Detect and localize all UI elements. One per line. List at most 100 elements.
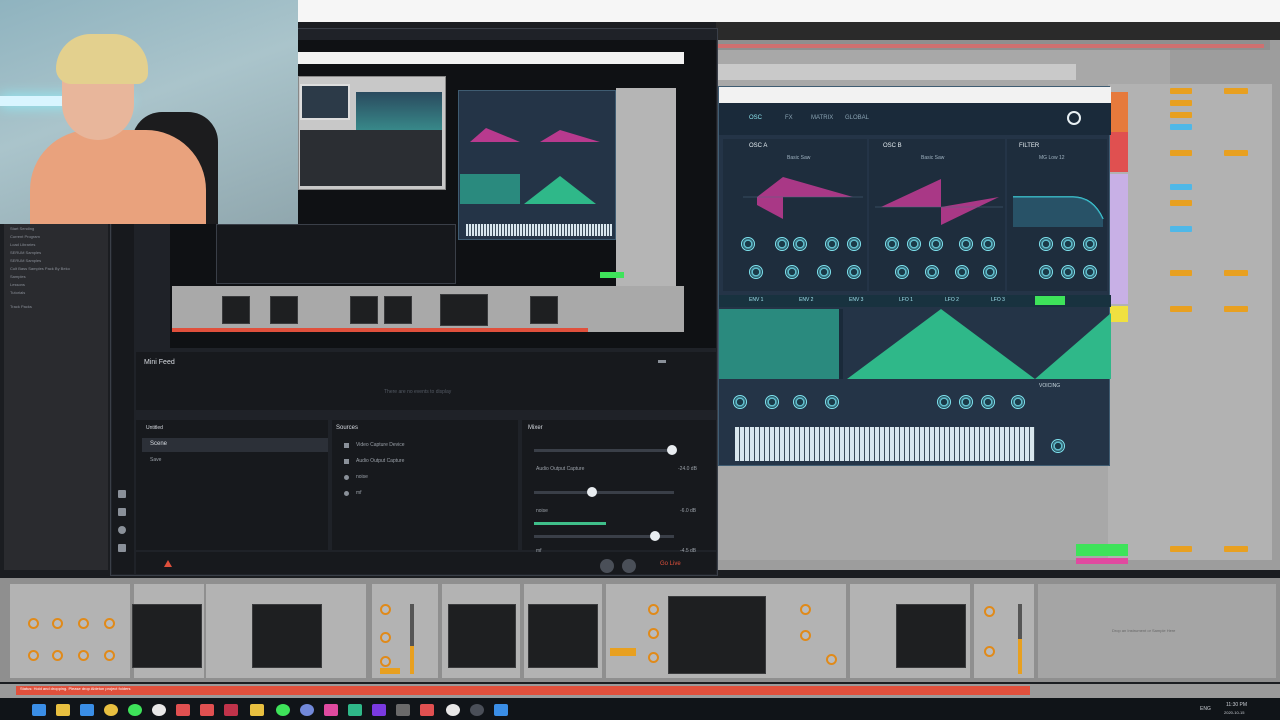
- clip-slot[interactable]: [1170, 100, 1192, 106]
- clip-slot[interactable]: [1170, 184, 1192, 190]
- osc-knob[interactable]: [983, 265, 997, 279]
- osc-knob[interactable]: [981, 237, 995, 251]
- device-toggle[interactable]: [380, 668, 400, 674]
- go-live-button[interactable]: Go Live: [660, 561, 681, 567]
- osc-knob[interactable]: [775, 237, 789, 251]
- device-knob[interactable]: [52, 618, 63, 629]
- filter-knob[interactable]: [1039, 265, 1053, 279]
- osc-knob[interactable]: [907, 237, 921, 251]
- mixer-track[interactable]: [534, 449, 674, 452]
- discord-icon[interactable]: [300, 704, 314, 716]
- obs-footer-button[interactable]: [600, 559, 614, 573]
- filter-knob[interactable]: [1061, 237, 1075, 251]
- mod-tab[interactable]: ENV 3: [849, 297, 863, 303]
- left-dock-item[interactable]: Cult Bass Samples Pack By Beko: [10, 266, 70, 271]
- app-icon[interactable]: [276, 704, 290, 716]
- left-dock-item[interactable]: Start Sending: [10, 226, 34, 231]
- left-dock-item[interactable]: Track Packs: [10, 304, 32, 309]
- osc-knob[interactable]: [847, 265, 861, 279]
- device-knob[interactable]: [648, 604, 659, 615]
- osc-knob[interactable]: [785, 265, 799, 279]
- filter-knob[interactable]: [1061, 265, 1075, 279]
- app-icon[interactable]: [396, 704, 410, 716]
- obs-footer-button[interactable]: [622, 559, 636, 573]
- clip-slot[interactable]: [1170, 124, 1192, 130]
- device-knob[interactable]: [826, 654, 837, 665]
- device-knob[interactable]: [52, 650, 63, 661]
- clip-slot[interactable]: [1170, 112, 1192, 118]
- window-controls[interactable]: [1210, 4, 1274, 16]
- env-knob[interactable]: [825, 395, 839, 409]
- left-dock-item[interactable]: Samples: [10, 274, 26, 279]
- left-dock-item[interactable]: Load Libraries: [10, 242, 35, 247]
- obs-side-icon[interactable]: [118, 508, 126, 516]
- source-item[interactable]: mf: [356, 490, 362, 496]
- lfo-knob[interactable]: [937, 395, 951, 409]
- clip-slot[interactable]: [1170, 546, 1192, 552]
- mod-tab[interactable]: LFO 2: [945, 297, 959, 303]
- device-knob[interactable]: [984, 646, 995, 657]
- lfo-knob[interactable]: [1011, 395, 1025, 409]
- mod-tab[interactable]: LFO 3: [991, 297, 1005, 303]
- clip-slot[interactable]: [1224, 306, 1248, 312]
- device-knob[interactable]: [104, 650, 115, 661]
- lfo-knob[interactable]: [981, 395, 995, 409]
- osc-knob[interactable]: [825, 237, 839, 251]
- env-knob[interactable]: [733, 395, 747, 409]
- mixer-fader-handle[interactable]: [650, 531, 660, 541]
- device-knob[interactable]: [380, 632, 391, 643]
- clip-slot[interactable]: [1224, 270, 1248, 276]
- app-icon[interactable]: [324, 704, 338, 716]
- osc-knob[interactable]: [817, 265, 831, 279]
- osc-knob[interactable]: [793, 237, 807, 251]
- serum-tab-fx[interactable]: FX: [785, 115, 793, 121]
- source-item[interactable]: noise: [356, 474, 368, 480]
- osc-knob[interactable]: [925, 265, 939, 279]
- chrome-icon[interactable]: [104, 704, 118, 716]
- device-knob[interactable]: [648, 628, 659, 639]
- pitch-knob[interactable]: [1051, 439, 1065, 453]
- app-icon[interactable]: [200, 704, 214, 716]
- warning-icon[interactable]: [164, 560, 172, 567]
- mod-tab[interactable]: ENV 2: [799, 297, 813, 303]
- serum-tab-matrix[interactable]: MATRIX: [811, 115, 833, 121]
- device-toggle[interactable]: [610, 648, 636, 656]
- env-knob[interactable]: [765, 395, 779, 409]
- left-dock-item[interactable]: Tutorials: [10, 290, 25, 295]
- lfo-knob[interactable]: [959, 395, 973, 409]
- scene-item-active[interactable]: [142, 438, 328, 452]
- device-knob[interactable]: [648, 652, 659, 663]
- app-icon[interactable]: [420, 704, 434, 716]
- device-knob[interactable]: [28, 650, 39, 661]
- serum-tab-global[interactable]: GLOBAL: [845, 115, 869, 121]
- mod-tab[interactable]: LFO 1: [899, 297, 913, 303]
- osc-knob[interactable]: [847, 237, 861, 251]
- device-knob[interactable]: [800, 604, 811, 615]
- device-knob[interactable]: [380, 604, 391, 615]
- left-dock-item[interactable]: SERUM Samples: [10, 258, 41, 263]
- clip-slot[interactable]: [1170, 200, 1192, 206]
- mini-feed-filter-icon[interactable]: [658, 360, 666, 366]
- osc-knob[interactable]: [929, 237, 943, 251]
- scene-item[interactable]: Scene: [150, 441, 167, 447]
- device-knob[interactable]: [984, 606, 995, 617]
- scenes-header[interactable]: Untitled: [146, 425, 163, 431]
- app-icon[interactable]: [372, 704, 386, 716]
- mixer-fader-handle[interactable]: [667, 445, 677, 455]
- app-icon[interactable]: [224, 704, 238, 716]
- app-icon[interactable]: [250, 704, 264, 716]
- obs-side-icon[interactable]: [118, 490, 126, 498]
- mod-tab-active[interactable]: [1035, 296, 1065, 305]
- file-explorer-icon[interactable]: [56, 704, 70, 716]
- clip-slot[interactable]: [1224, 546, 1248, 552]
- source-item[interactable]: Audio Output Capture: [356, 458, 404, 464]
- left-dock-item[interactable]: Lessons: [10, 282, 25, 287]
- spotify-icon[interactable]: [128, 704, 142, 716]
- clip-slot[interactable]: [1170, 270, 1192, 276]
- clip-slot[interactable]: [1170, 150, 1192, 156]
- piano-keyboard[interactable]: [735, 427, 1035, 461]
- osc-knob[interactable]: [959, 237, 973, 251]
- osc-knob[interactable]: [895, 265, 909, 279]
- device-knob[interactable]: [800, 630, 811, 641]
- device-knob[interactable]: [78, 618, 89, 629]
